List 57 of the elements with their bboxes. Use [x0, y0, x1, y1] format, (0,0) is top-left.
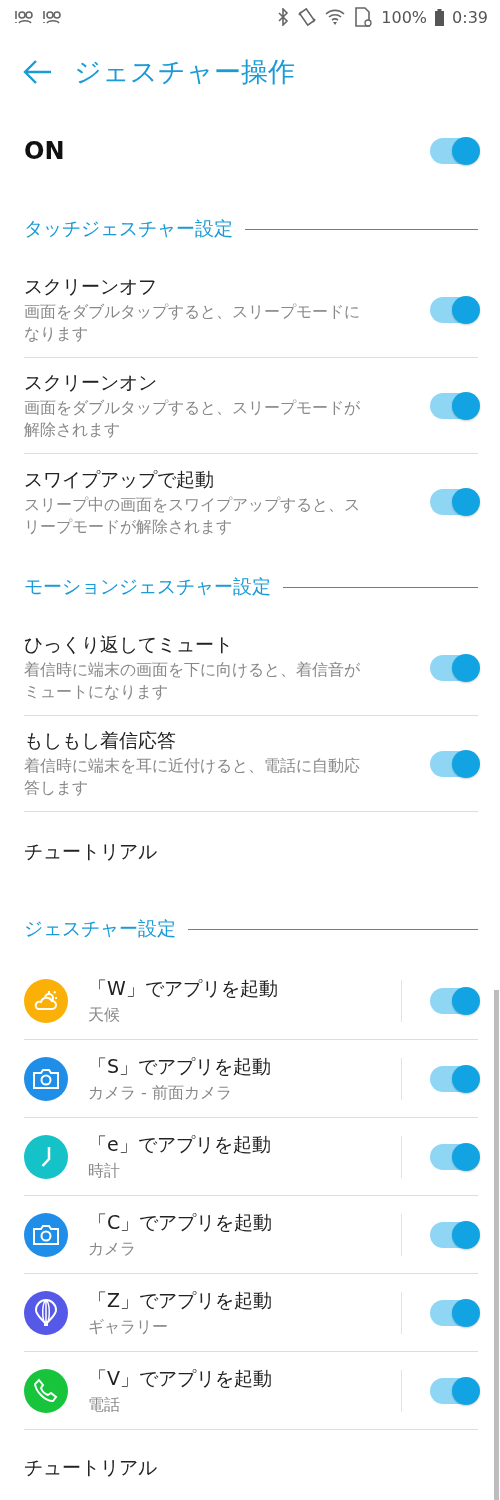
toggle-switch[interactable] [430, 1221, 478, 1248]
clock-hands-icon [41, 1145, 51, 1168]
gesture-title: 「e」でアプリを起動 [88, 1131, 272, 1157]
toggle-switch[interactable] [430, 296, 478, 323]
battery-percent: 100% [381, 7, 428, 27]
clock-time: 0:39 [452, 7, 488, 27]
setting-description: 画面をダブルタップすると、スリープモードが解除されます [24, 397, 361, 441]
gesture-title: 「C」でアプリを起動 [88, 1209, 274, 1235]
app-name: 電話 [88, 1393, 121, 1416]
back-arrow-icon[interactable] [22, 59, 52, 85]
setting-description: 画面をダブルタップすると、スリープモードになります [24, 301, 361, 345]
app-name: カメラ - 前面カメラ [88, 1081, 233, 1104]
toggle-switch[interactable] [430, 138, 478, 164]
page-title: ジェスチャー操作 [74, 55, 295, 89]
toggle-switch[interactable] [430, 654, 478, 681]
setting-description: 着信時に端末を耳に近付けると、電話に自動応答します [24, 755, 361, 799]
gesture-title: 「V」でアプリを起動 [88, 1365, 273, 1391]
section-title: タッチジェスチャー設定 [24, 216, 233, 241]
tutorial-link[interactable]: チュートリアル [24, 839, 157, 865]
setting-title: もしもし着信応答 [24, 728, 177, 753]
toggle-switch[interactable] [430, 392, 478, 419]
toggle-switch[interactable] [430, 987, 478, 1014]
setting-title: スクリーンオン [24, 370, 158, 395]
notification-icon [14, 9, 34, 25]
gesture-title: 「W」でアプリを起動 [88, 975, 279, 1001]
bluetooth-icon [277, 8, 290, 26]
toggle-switch[interactable] [430, 750, 478, 777]
section-title: ジェスチャー設定 [24, 916, 176, 941]
phone-icon [33, 1377, 59, 1404]
app-name: カメラ [88, 1237, 137, 1260]
battery-icon [435, 8, 445, 26]
toggle-switch[interactable] [430, 489, 478, 515]
master-label: ON [24, 137, 66, 165]
tutorial-link[interactable]: チュートリアル [24, 1455, 157, 1481]
sd-card-icon [353, 7, 374, 27]
hot-air-balloon-icon [34, 1297, 58, 1328]
camera-icon [32, 1223, 60, 1246]
setting-title: スワイプアップで起動 [24, 466, 215, 492]
app-name: 時計 [88, 1159, 121, 1182]
setting-title: スクリーンオフ [24, 274, 158, 299]
section-title: モーションジェスチャー設定 [24, 574, 271, 599]
setting-title: ひっくり返してミュート [24, 632, 234, 657]
setting-description: 着信時に端末の画面を下に向けると、着信音がミュートになります [24, 659, 361, 703]
gesture-title: 「S」でアプリを起動 [88, 1053, 273, 1079]
camera-icon [32, 1067, 60, 1090]
toggle-switch[interactable] [430, 1143, 478, 1170]
toggle-switch[interactable] [430, 1065, 478, 1092]
vibrate-icon [297, 7, 318, 27]
wifi-icon [325, 8, 346, 26]
toggle-switch[interactable] [430, 1299, 478, 1326]
cloud-sun-icon [32, 988, 60, 1013]
setting-description: スリープ中の画面をスワイプアップすると、スリープモードが解除されます [24, 493, 361, 538]
app-name: 天候 [88, 1003, 121, 1026]
gesture-title: 「Z」でアプリを起動 [88, 1287, 274, 1313]
toggle-switch[interactable] [430, 1377, 478, 1404]
app-name: ギャラリー [88, 1315, 169, 1338]
notification-icon [42, 9, 62, 25]
